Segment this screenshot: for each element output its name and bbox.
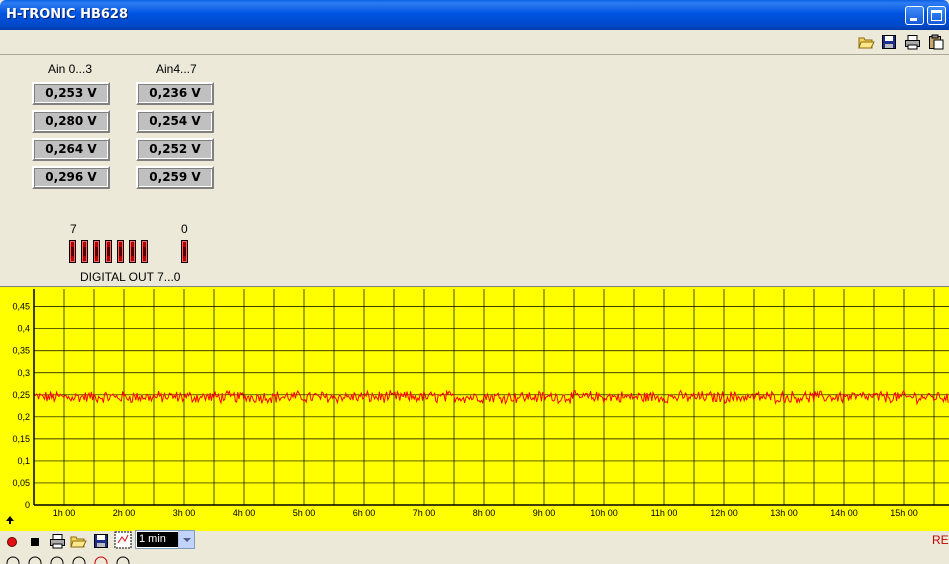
print-icon[interactable] — [49, 533, 66, 549]
x-tick-label: 12h 00 — [710, 508, 738, 518]
digital-out-label: DIGITAL OUT 7...0 — [80, 270, 181, 284]
digital-out-bit-0-toggle[interactable] — [181, 240, 188, 263]
x-tick-label: 9h 00 — [533, 508, 556, 518]
x-tick-label: 15h 00 — [890, 508, 918, 518]
y-tick-label: 0,4 — [17, 324, 30, 334]
x-tick-label: 10h 00 — [590, 508, 618, 518]
y-tick-label: 0,25 — [12, 390, 30, 400]
digital-out-bit-4-toggle[interactable] — [105, 240, 112, 263]
clear-chart-icon[interactable] — [114, 531, 132, 549]
x-tick-label: 13h 00 — [770, 508, 798, 518]
window-title: H-TRONIC HB628 — [6, 7, 129, 22]
series-line-ain — [34, 389, 949, 406]
x-tick-label: 4h 00 — [233, 508, 256, 518]
y-tick-label: 0,45 — [12, 302, 30, 312]
zoom-controls-icon[interactable] — [5, 554, 145, 564]
digital-out-bit-6-toggle[interactable] — [81, 240, 88, 263]
digital-bit-0-label: 0 — [181, 222, 188, 236]
status-text: RE — [932, 533, 949, 547]
maximize-icon — [931, 10, 942, 21]
y-tick-label: 0,35 — [12, 346, 30, 356]
digital-out-bit-5-toggle[interactable] — [93, 240, 100, 263]
x-tick-label: 2h 00 — [113, 508, 136, 518]
x-tick-label: 3h 00 — [173, 508, 196, 518]
stop-icon[interactable] — [28, 535, 42, 549]
ain-6-value: 0,252 V — [136, 138, 214, 161]
minimize-icon — [910, 18, 917, 21]
ain-0-value: 0,253 V — [32, 82, 110, 105]
x-tick-label: 1h 00 — [53, 508, 76, 518]
interval-select-value: 1 min — [137, 532, 179, 547]
maximize-button[interactable] — [927, 6, 946, 25]
y-tick-label: 0,2 — [17, 412, 30, 422]
x-tick-label: 8h 00 — [473, 508, 496, 518]
save-disk-icon[interactable] — [93, 533, 110, 549]
digital-out-bit-3-toggle[interactable] — [117, 240, 124, 263]
minimize-button[interactable] — [905, 6, 924, 25]
voltage-chart[interactable]: 0 0,05 0,1 0,15 0,2 0,25 0,3 0,35 0,4 0,45 1h 00 2… — [0, 287, 949, 531]
ain-4-value: 0,236 V — [136, 82, 214, 105]
top-toolbar — [0, 30, 949, 55]
x-axis-ticks: 1h 00 2h 00 3h 00 4h 00 5h 00 6h 00 7h 00 8h 00… — [53, 508, 918, 518]
digital-out-bit-1-toggle[interactable] — [141, 240, 148, 263]
record-icon[interactable] — [5, 535, 19, 549]
x-tick-label: 7h 00 — [413, 508, 436, 518]
x-tick-label: 6h 00 — [353, 508, 376, 518]
open-folder-icon[interactable] — [70, 533, 87, 549]
ain-4-7-label: Ain4...7 — [156, 62, 197, 76]
digital-out-bit-7-toggle[interactable] — [69, 240, 76, 263]
open-folder-icon[interactable] — [858, 34, 875, 50]
digital-out-bit-2-toggle[interactable] — [129, 240, 136, 263]
y-tick-label: 0,1 — [17, 456, 30, 466]
digital-bit-7-label: 7 — [70, 222, 77, 236]
x-tick-label: 11h 00 — [651, 508, 678, 518]
ain-3-value: 0,296 V — [32, 166, 110, 189]
ain-2-value: 0,264 V — [32, 138, 110, 161]
save-disk-icon[interactable] — [881, 34, 898, 50]
clipboard-icon[interactable] — [927, 34, 944, 50]
interval-select[interactable]: 1 min — [135, 530, 195, 549]
y-tick-label: 0,05 — [12, 478, 30, 488]
chart-panel: 0 0,05 0,1 0,15 0,2 0,25 0,3 0,35 0,4 0,45 1h 00 2… — [0, 286, 949, 531]
x-tick-label: 14h 00 — [830, 508, 858, 518]
scroll-up-arrow-icon[interactable] — [5, 515, 15, 525]
ain-1-value: 0,280 V — [32, 110, 110, 133]
title-bar[interactable]: H-TRONIC HB628 — [0, 0, 949, 30]
ain-0-3-label: Ain 0...3 — [48, 62, 93, 76]
ain-5-value: 0,254 V — [136, 110, 214, 133]
chevron-down-icon[interactable] — [178, 531, 194, 548]
y-tick-label: 0 — [25, 500, 30, 510]
y-tick-label: 0,15 — [12, 434, 30, 444]
y-tick-label: 0,3 — [17, 368, 30, 378]
y-axis-ticks: 0 0,05 0,1 0,15 0,2 0,25 0,3 0,35 0,4 0,45 — [12, 302, 30, 510]
ain-7-value: 0,259 V — [136, 166, 214, 189]
chart-grid — [34, 289, 949, 506]
print-icon[interactable] — [904, 34, 921, 50]
x-tick-label: 5h 00 — [293, 508, 316, 518]
